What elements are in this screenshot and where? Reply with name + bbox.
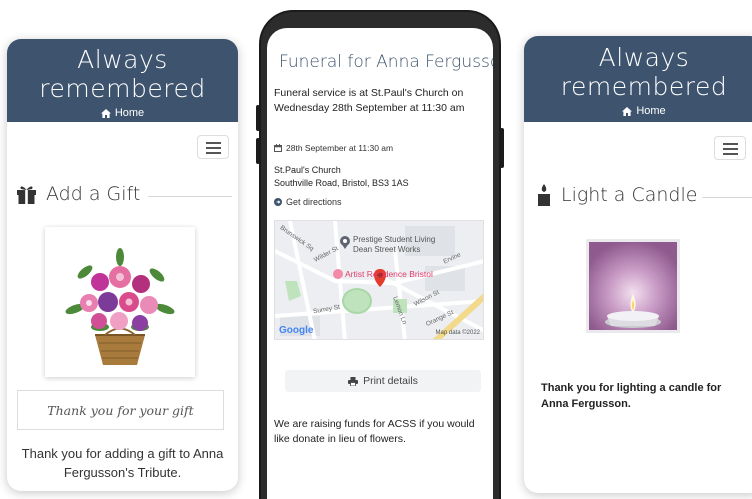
gift-message-box: Thank you for your gift xyxy=(17,390,224,430)
get-directions-link[interactable]: Get directions xyxy=(274,197,342,207)
phone-screen: Funeral for Anna Fergusson Funeral servi… xyxy=(267,28,493,499)
section-heading: Light a Candle xyxy=(536,184,697,206)
map-google-logo: Google xyxy=(279,325,314,336)
gift-message: Thank you for your gift xyxy=(47,402,194,418)
venue-name: St.Paul's Church xyxy=(274,165,341,175)
service-date: 28th September at 11:30 am xyxy=(286,143,394,153)
date-row: 28th September at 11:30 am xyxy=(274,143,393,153)
site-title-line1: Always xyxy=(598,43,690,72)
section-divider xyxy=(702,197,752,198)
add-gift-card: Always remembered Home Add a Gift Thank … xyxy=(7,39,238,491)
gift-image xyxy=(45,227,195,377)
donation-text: We are raising funds for ACSS if you wou… xyxy=(274,418,475,445)
map-label-place-1: Prestige Student Living xyxy=(353,235,436,244)
print-details-button[interactable]: Print details xyxy=(285,370,481,392)
calendar-icon xyxy=(274,144,282,152)
site-title-line2: remembered xyxy=(39,74,206,103)
home-icon xyxy=(100,108,111,118)
home-icon xyxy=(622,106,633,116)
home-link-label: Home xyxy=(636,105,666,117)
print-icon xyxy=(348,376,359,386)
candle-thank-you-text: Thank you for lighting a candle for Anna… xyxy=(541,382,722,410)
site-header: Always remembered Home xyxy=(524,36,752,122)
gift-icon xyxy=(17,186,36,204)
page-title: Funeral for Anna Fergusson xyxy=(279,52,493,72)
print-details-label: Print details xyxy=(363,375,418,387)
location-map[interactable]: Prestige Student Living Dean Street Work… xyxy=(274,220,484,340)
home-link[interactable]: Home xyxy=(524,105,752,117)
section-divider xyxy=(148,196,232,197)
service-text: Funeral service is at St.Paul's Church o… xyxy=(274,87,465,114)
phone-side-button xyxy=(500,128,504,168)
site-header: Always remembered Home xyxy=(7,39,238,122)
phone-side-button xyxy=(256,138,260,164)
directions-icon xyxy=(274,198,282,206)
map-label-place-1b: Dean Street Works xyxy=(353,245,421,254)
site-title-line1: Always xyxy=(77,45,168,74)
section-heading: Add a Gift xyxy=(16,183,140,205)
menu-button[interactable] xyxy=(714,136,746,160)
get-directions-label: Get directions xyxy=(286,197,342,207)
home-link-label: Home xyxy=(114,107,145,119)
home-link[interactable]: Home xyxy=(7,107,238,119)
phone-side-button xyxy=(256,105,260,131)
candle-image xyxy=(586,239,680,333)
venue-address: Southville Road, Bristol, BS3 1AS xyxy=(274,178,409,188)
menu-button[interactable] xyxy=(197,135,229,159)
section-title: Add a Gift xyxy=(46,183,141,205)
site-title-line2: remembered xyxy=(560,72,728,101)
section-title: Light a Candle xyxy=(561,184,698,206)
light-candle-card: Always remembered Home Light a Candle Th… xyxy=(524,36,752,493)
phone-frame: Funeral for Anna Fergusson Funeral servi… xyxy=(256,10,504,499)
map-label-place-2: Artist Residence Bristol xyxy=(345,269,433,279)
candle-icon xyxy=(538,184,550,206)
gift-thank-you-text: Thank you for adding a gift to Anna Ferg… xyxy=(21,446,224,480)
map-data-label: Map data ©2022 xyxy=(435,330,480,336)
